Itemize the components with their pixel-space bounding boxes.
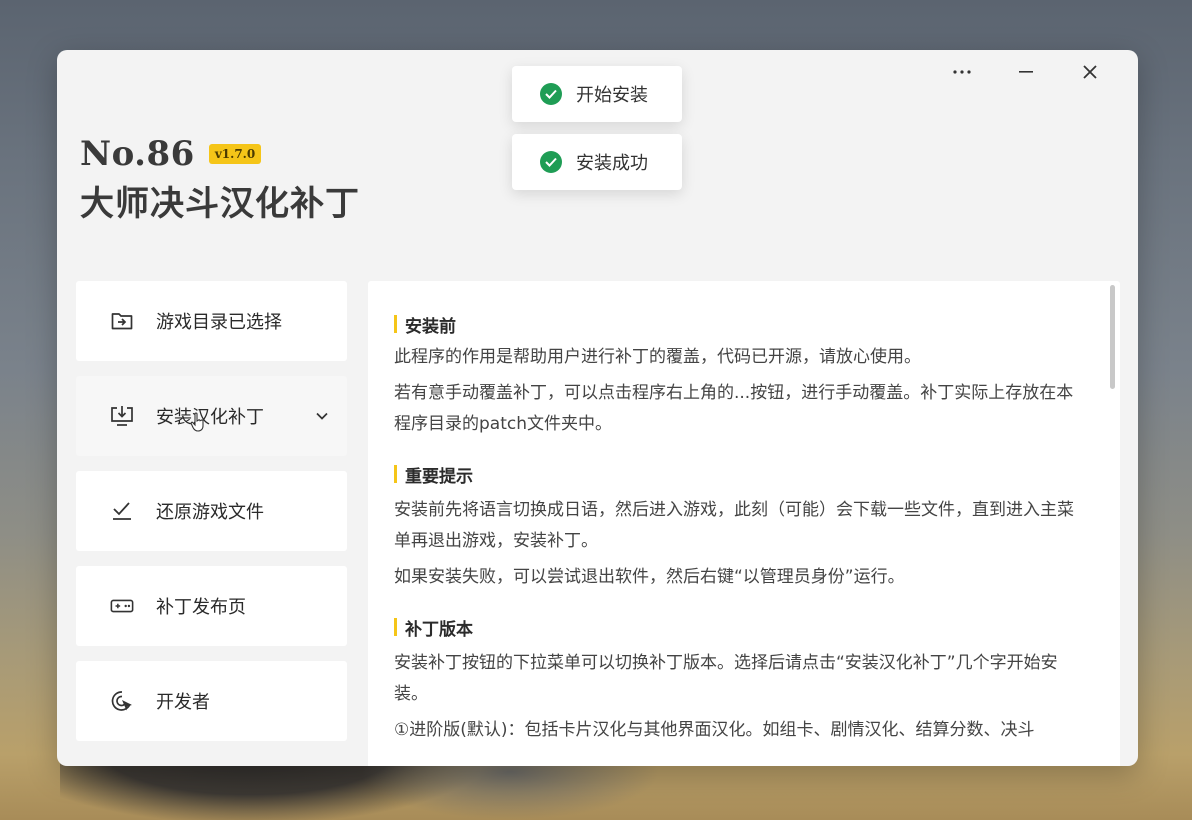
success-check-icon xyxy=(540,151,562,173)
minimize-button[interactable] xyxy=(994,60,1058,84)
close-icon xyxy=(1083,65,1097,79)
sidebar-item-release-page[interactable]: 补丁发布页 xyxy=(76,566,347,646)
section-patch-version: 补丁版本 安装补丁按钮的下拉菜单可以切换补丁版本。选择后请点击“安装汉化补丁”几… xyxy=(368,593,1120,746)
sidebar-item-label: 安装汉化补丁 xyxy=(156,407,264,428)
toast-notification: 开始安装 xyxy=(512,66,682,122)
window-controls xyxy=(930,60,1122,84)
paragraph: 安装补丁按钮的下拉菜单可以切换补丁版本。选择后请点击“安装汉化补丁”几个字开始安… xyxy=(394,653,1058,704)
app-window: No.86 v1.7.0 大师决斗汉化补丁 开始安装 安装成功 游戏目录已选择 xyxy=(57,50,1138,766)
success-check-icon xyxy=(540,83,562,105)
checkmark-underline-icon xyxy=(110,499,134,523)
app-brand: No.86 v1.7.0 大师决斗汉化补丁 xyxy=(80,134,360,225)
paragraph: 若有意手动覆盖补丁，可以点击程序右上角的...按钮，进行手动覆盖。补丁实际上存放… xyxy=(394,383,1074,434)
sidebar-item-developer[interactable]: 开发者 xyxy=(76,661,347,741)
chevron-down-icon[interactable] xyxy=(315,406,329,425)
toast-text: 安装成功 xyxy=(576,153,648,174)
scrollbar-thumb[interactable] xyxy=(1110,285,1115,389)
section-heading: 重要提示 xyxy=(394,462,1090,487)
cursor-click-icon xyxy=(110,689,134,713)
sidebar: 游戏目录已选择 安装汉化补丁 还原游戏文件 补丁发布页 开发者 xyxy=(76,281,347,756)
section-heading-text: 安装前 xyxy=(405,316,456,337)
paragraph: 安装前先将语言切换成日语，然后进入游戏，此刻（可能）会下载一些文件，直到进入主菜… xyxy=(394,500,1074,551)
section-heading: 补丁版本 xyxy=(394,615,1090,640)
download-to-screen-icon xyxy=(110,404,134,428)
brand-number: No.86 xyxy=(80,134,195,174)
sidebar-item-label: 还原游戏文件 xyxy=(156,502,264,523)
section-heading-text: 补丁版本 xyxy=(405,619,473,640)
gamepad-icon xyxy=(110,594,134,618)
section-before-install: 安装前 此程序的作用是帮助用户进行补丁的覆盖，代码已开源，请放心使用。 若有意手… xyxy=(368,281,1120,440)
heading-accent-bar xyxy=(394,465,397,483)
heading-accent-bar xyxy=(394,618,397,636)
sidebar-item-select-game-dir[interactable]: 游戏目录已选择 xyxy=(76,281,347,361)
paragraph: 如果安装失败，可以尝试退出软件，然后右键“以管理员身份”运行。 xyxy=(394,567,905,587)
sidebar-item-label: 游戏目录已选择 xyxy=(156,312,282,333)
mouse-hand-cursor-icon xyxy=(190,412,206,436)
sidebar-item-restore-files[interactable]: 还原游戏文件 xyxy=(76,471,347,551)
sidebar-item-install-patch[interactable]: 安装汉化补丁 xyxy=(76,376,347,456)
more-options-button[interactable] xyxy=(930,60,994,84)
section-important-note: 重要提示 安装前先将语言切换成日语，然后进入游戏，此刻（可能）会下载一些文件，直… xyxy=(368,440,1120,593)
close-button[interactable] xyxy=(1058,60,1122,84)
sidebar-item-label: 补丁发布页 xyxy=(156,597,246,618)
toast-notification: 安装成功 xyxy=(512,134,682,190)
sidebar-item-label: 开发者 xyxy=(156,692,210,713)
folder-arrow-icon xyxy=(110,309,134,333)
info-panel[interactable]: 安装前 此程序的作用是帮助用户进行补丁的覆盖，代码已开源，请放心使用。 若有意手… xyxy=(368,281,1120,766)
paragraph: ①进阶版(默认)：包括卡片汉化与其他界面汉化。如组卡、剧情汉化、结算分数、决斗 xyxy=(394,720,1035,740)
toast-text: 开始安装 xyxy=(576,85,648,106)
section-heading: 安装前 xyxy=(394,312,1090,337)
more-dots-icon xyxy=(953,70,971,74)
version-badge: v1.7.0 xyxy=(208,144,262,164)
app-title: 大师决斗汉化补丁 xyxy=(80,184,360,224)
minimize-icon xyxy=(1019,71,1033,73)
heading-accent-bar xyxy=(394,315,397,333)
paragraph: 此程序的作用是帮助用户进行补丁的覆盖，代码已开源，请放心使用。 xyxy=(394,347,921,367)
section-heading-text: 重要提示 xyxy=(405,466,473,487)
